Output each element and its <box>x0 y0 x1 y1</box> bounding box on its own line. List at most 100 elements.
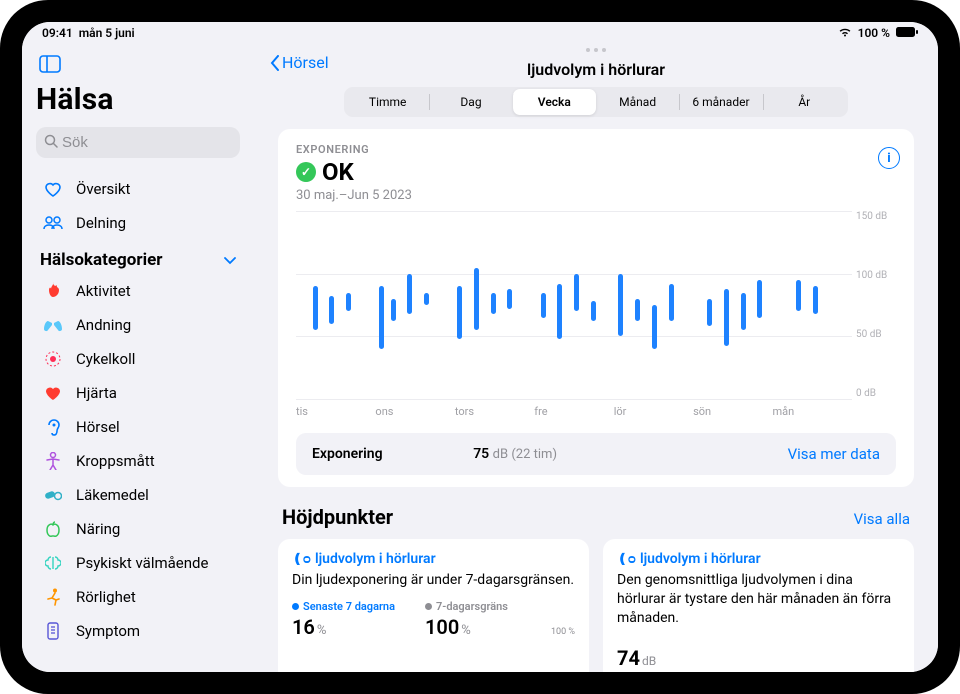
apple-icon <box>42 521 64 537</box>
sidebar-primary-label: Översikt <box>76 180 130 198</box>
segment-vecka[interactable]: Vecka <box>513 89 596 115</box>
chart-bar <box>707 299 712 327</box>
segment-dag[interactable]: Dag <box>429 89 512 115</box>
chart-bar <box>652 305 657 349</box>
chart-bar <box>507 289 512 309</box>
sidebar-category-psykiskt-välmående[interactable]: Psykiskt välmående <box>36 546 240 580</box>
chart-bar <box>313 286 318 330</box>
metric-2-label: 7-dagarsgräns <box>436 600 508 613</box>
chart-bar <box>669 284 674 322</box>
sidebar-category-label: Symptom <box>76 622 140 640</box>
sidebar-category-läkemedel[interactable]: Läkemedel <box>36 478 240 512</box>
status-ok-icon: ✓ <box>296 162 316 182</box>
exposure-label: EXPONERING <box>296 143 896 156</box>
sidebar-category-kroppsmått[interactable]: Kroppsmått <box>36 444 240 478</box>
sidebar-category-aktivitet[interactable]: Aktivitet <box>36 274 240 308</box>
search-input[interactable] <box>62 134 254 151</box>
y-axis: 150 dB100 dB50 dB0 dB <box>856 211 896 399</box>
chevron-down-icon <box>224 250 236 270</box>
highlight-card-1-title: ljudvolym i hörlurar <box>315 551 436 567</box>
sidebar-category-label: Aktivitet <box>76 282 131 300</box>
categories-header[interactable]: Hälsokategorier <box>36 240 240 274</box>
sidebar-primary-delning[interactable]: Delning <box>36 206 240 240</box>
chart-bar <box>379 286 384 349</box>
segment-6-månader[interactable]: 6 månader <box>679 89 762 115</box>
chart-bar <box>474 268 479 331</box>
segment-månad[interactable]: Månad <box>596 89 679 115</box>
search-icon <box>44 133 58 152</box>
chart-bar <box>424 293 429 306</box>
battery-percent: 100 % <box>858 26 890 40</box>
exposure-summary-value: 75 <box>473 446 489 462</box>
chart-bar <box>591 301 596 321</box>
highlight-card-1[interactable]: ❪ᴑ ljudvolym i hörlurar Din ljudexponeri… <box>278 539 589 672</box>
info-button[interactable]: i <box>878 147 900 169</box>
segment-timme[interactable]: Timme <box>346 89 429 115</box>
sidebar-category-näring[interactable]: Näring <box>36 512 240 546</box>
multitask-dots-icon[interactable] <box>586 48 606 52</box>
mobility-icon <box>42 588 64 606</box>
content-area: Hörsel ljudvolym i hörlurar TimmeDagVeck… <box>254 44 938 672</box>
date-range: 30 maj.–Jun 5 2023 <box>296 188 896 203</box>
chart-bar <box>391 299 396 322</box>
sidebar-category-label: Läkemedel <box>76 486 149 504</box>
page-title: ljudvolym i hörlurar <box>527 60 665 79</box>
sidebar-category-label: Rörlighet <box>76 588 136 606</box>
sidebar-category-symptom[interactable]: Symptom <box>36 614 240 648</box>
body-icon <box>42 452 64 470</box>
people-icon <box>42 216 64 230</box>
sidebar-category-label: Cykelkoll <box>76 350 135 368</box>
show-all-link[interactable]: Visa alla <box>854 510 910 528</box>
sidebar-category-label: Psykiskt välmående <box>76 554 208 572</box>
sidebar-primary-översikt[interactable]: Översikt <box>36 172 240 206</box>
chart-bar <box>741 293 746 331</box>
sidebar-toggle-button[interactable] <box>36 52 64 76</box>
lungs-icon <box>42 318 64 332</box>
exposure-summary-label: Exponering <box>312 446 383 462</box>
back-button[interactable]: Hörsel <box>270 53 329 72</box>
show-more-data-link[interactable]: Visa mer data <box>788 445 880 463</box>
brain-icon <box>42 555 64 571</box>
sidebar-category-rörlighet[interactable]: Rörlighet <box>36 580 240 614</box>
search-field[interactable] <box>36 127 240 158</box>
nav-bar: Hörsel ljudvolym i hörlurar <box>254 44 938 81</box>
highlight-card-2-desc: Den genomsnittliga ljudvolymen i dina hö… <box>617 571 900 628</box>
cycle-icon <box>42 350 64 368</box>
chart-bar <box>574 274 579 312</box>
chart-bar <box>813 286 818 314</box>
highlight-card-2[interactable]: ❪ᴑ ljudvolym i hörlurar Den genomsnittli… <box>603 539 914 672</box>
battery-icon <box>896 26 918 40</box>
status-time: 09:41 <box>42 26 73 40</box>
sidebar-category-hörsel[interactable]: Hörsel <box>36 410 240 444</box>
sidebar-category-hjärta[interactable]: Hjärta <box>36 376 240 410</box>
sidebar-category-cykelkoll[interactable]: Cykelkoll <box>36 342 240 376</box>
chart-bar <box>329 296 334 324</box>
sidebar: Hälsa Översikt Delning Hälsokategorier <box>22 44 254 672</box>
chart-bar <box>618 274 623 337</box>
pills-icon <box>42 489 64 501</box>
highlight-card-1-desc: Din ljudexponering är under 7-dagarsgrän… <box>292 571 575 590</box>
status-text: OK <box>322 158 354 186</box>
highlights-header: Höjdpunkter <box>282 505 393 529</box>
categories-header-label: Hälsokategorier <box>40 250 162 270</box>
chart-bar <box>796 280 801 311</box>
chart-bar <box>457 286 462 339</box>
metric-1-label: Senaste 7 dagarna <box>303 600 395 613</box>
chart-bar <box>346 293 351 312</box>
ear-icon: ❪ᴑ <box>292 551 311 567</box>
flame-icon <box>42 282 64 300</box>
app-title: Hälsa <box>36 82 240 117</box>
segment-år[interactable]: År <box>763 89 846 115</box>
chart-bar <box>557 284 562 339</box>
sidebar-category-label: Hörsel <box>76 418 120 436</box>
chart-bar <box>541 293 546 318</box>
symptoms-icon <box>42 622 64 640</box>
sidebar-category-andning[interactable]: Andning <box>36 308 240 342</box>
wifi-icon <box>838 26 852 40</box>
time-range-segmented[interactable]: TimmeDagVeckaMånad6 månaderÅr <box>344 87 848 117</box>
sidebar-category-label: Näring <box>76 520 120 538</box>
exposure-summary: Exponering 75 dB (22 tim) Visa mer data <box>296 433 896 475</box>
chart-region: 150 dB100 dB50 dB0 dB tisonstorsfrelörsö… <box>296 211 896 421</box>
x-axis: tisonstorsfrelörsönmån <box>296 405 852 421</box>
chart-bar <box>491 293 496 314</box>
